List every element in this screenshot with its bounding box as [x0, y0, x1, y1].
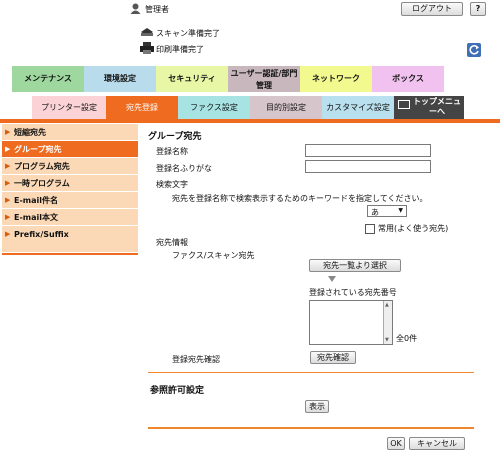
tab-box[interactable]: ボックス: [372, 66, 444, 92]
sidebar-item-label: E-mail件名: [14, 196, 59, 205]
scroll-down-icon[interactable]: ▼: [385, 337, 389, 343]
display-button[interactable]: 表示: [305, 400, 329, 413]
select-from-list-button[interactable]: 宛先一覧より選択: [309, 259, 401, 272]
sidebar-item-temp-program[interactable]: ▶ 一時プログラム: [2, 175, 138, 192]
registered-numbers-label: 登録されている宛先番号: [309, 288, 397, 297]
sidebar-item-email-body[interactable]: ▶ E-mail本文: [2, 209, 138, 226]
sidebar-item-label: グループ宛先: [14, 145, 62, 154]
top-menu-label: トップメニューへ: [413, 97, 461, 116]
sidebar-item-email-subject[interactable]: ▶ E-mail件名: [2, 192, 138, 209]
sidebar-item-speed-dial[interactable]: ▶ 短縮宛先: [2, 124, 138, 141]
scrollbar[interactable]: ▲ ▼: [383, 301, 392, 344]
logout-button[interactable]: ログアウト: [401, 2, 463, 16]
furigana-input[interactable]: [305, 160, 431, 173]
refresh-icon[interactable]: [467, 43, 481, 57]
scroll-up-icon[interactable]: ▲: [385, 302, 389, 308]
section-divider: [148, 372, 474, 373]
fax-scan-label: ファクス/スキャン宛先: [172, 251, 255, 260]
menu-icon: [398, 100, 410, 109]
printer-icon: [140, 42, 154, 54]
search-hint: 宛先を登録名称で検索表示するためのキーワードを指定してください。: [172, 194, 428, 203]
search-char-value: あ: [371, 208, 379, 217]
chevron-down-icon: ▼: [398, 207, 403, 214]
print-status: 印刷準備完了: [156, 45, 204, 54]
help-button[interactable]: ?: [470, 2, 486, 16]
ref-settings-title: 参照許可設定: [150, 386, 205, 396]
triangle-down-icon: [328, 276, 336, 282]
sidebar-item-prefix-suffix[interactable]: ▶ Prefix/Suffix: [2, 226, 138, 253]
name-label: 登録名称: [156, 147, 188, 156]
tab-network[interactable]: ネットワーク: [300, 66, 372, 92]
sidebar-item-group[interactable]: ▶ グループ宛先: [2, 141, 138, 158]
registered-numbers-list[interactable]: ▲ ▼: [309, 300, 393, 345]
scan-status: スキャン準備完了: [156, 29, 220, 38]
cancel-button[interactable]: キャンセル: [409, 437, 465, 450]
dest-info-label: 宛先情報: [156, 238, 188, 247]
frequent-label: 常用(よく使う宛先): [378, 224, 449, 233]
frequent-checkbox[interactable]: [365, 224, 375, 234]
subtab-printer[interactable]: プリンター設定: [32, 96, 106, 119]
subtab-top-menu[interactable]: トップメニューへ: [394, 96, 464, 119]
sidebar-item-label: 一時プログラム: [14, 179, 70, 188]
sidebar-item-program[interactable]: ▶ プログラム宛先: [2, 158, 138, 175]
sidebar-item-label: Prefix/Suffix: [14, 230, 69, 239]
ok-button[interactable]: OK: [387, 437, 405, 450]
subtab-customize[interactable]: カスタマイズ設定: [322, 96, 394, 119]
confirm-button[interactable]: 宛先確認: [310, 351, 356, 364]
form-title: グループ宛先: [148, 132, 202, 142]
sidebar-divider: [2, 253, 138, 255]
user-icon: [130, 3, 141, 14]
sidebar-item-label: E-mail本文: [14, 213, 59, 222]
tab-user-auth[interactable]: ユーザー認証/部門管理: [228, 66, 300, 92]
search-char-select[interactable]: あ ▼: [367, 205, 407, 217]
subtab-address[interactable]: 宛先登録: [106, 96, 178, 119]
count-label: 全0件: [396, 334, 418, 343]
footer-divider: [148, 427, 474, 429]
tab-divider: [0, 119, 500, 123]
sidebar-item-label: 短縮宛先: [14, 128, 46, 137]
sidebar-item-label: プログラム宛先: [14, 162, 70, 171]
user-label: 管理者: [145, 5, 169, 14]
tab-security[interactable]: セキュリティ: [156, 66, 228, 92]
furigana-label: 登録名ふりがな: [156, 164, 212, 173]
name-input[interactable]: [305, 144, 431, 157]
tab-environment[interactable]: 環境設定: [84, 66, 156, 92]
confirm-label: 登録宛先確認: [172, 355, 220, 364]
tab-maintenance[interactable]: メンテナンス: [12, 66, 84, 92]
scanner-icon: [140, 27, 154, 38]
subtab-fax[interactable]: ファクス設定: [178, 96, 250, 119]
search-char-label: 検索文字: [156, 180, 188, 189]
subtab-purpose[interactable]: 目的別設定: [250, 96, 322, 119]
